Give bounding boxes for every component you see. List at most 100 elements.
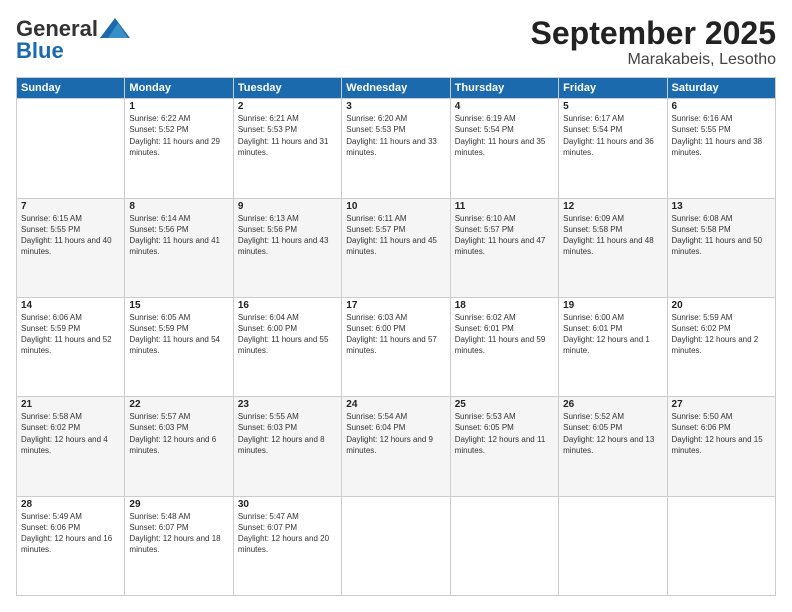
day-info: Sunrise: 6:19 AMSunset: 5:54 PMDaylight:… xyxy=(455,113,554,158)
day-number: 30 xyxy=(238,499,337,510)
day-info: Sunrise: 5:59 AMSunset: 6:02 PMDaylight:… xyxy=(672,312,771,357)
day-info: Sunrise: 6:15 AMSunset: 5:55 PMDaylight:… xyxy=(21,213,120,258)
calendar-week-row: 28Sunrise: 5:49 AMSunset: 6:06 PMDayligh… xyxy=(17,496,776,595)
calendar-cell: 11Sunrise: 6:10 AMSunset: 5:57 PMDayligh… xyxy=(450,198,558,297)
calendar-cell: 1Sunrise: 6:22 AMSunset: 5:52 PMDaylight… xyxy=(125,99,233,198)
day-number: 3 xyxy=(346,101,445,112)
day-number: 4 xyxy=(455,101,554,112)
calendar-cell: 19Sunrise: 6:00 AMSunset: 6:01 PMDayligh… xyxy=(559,297,667,396)
calendar-cell: 24Sunrise: 5:54 AMSunset: 6:04 PMDayligh… xyxy=(342,397,450,496)
day-info: Sunrise: 6:03 AMSunset: 6:00 PMDaylight:… xyxy=(346,312,445,357)
day-info: Sunrise: 6:05 AMSunset: 5:59 PMDaylight:… xyxy=(129,312,228,357)
day-info: Sunrise: 5:48 AMSunset: 6:07 PMDaylight:… xyxy=(129,511,228,556)
calendar-header-row: SundayMondayTuesdayWednesdayThursdayFrid… xyxy=(17,78,776,99)
day-info: Sunrise: 5:54 AMSunset: 6:04 PMDaylight:… xyxy=(346,411,445,456)
calendar-cell: 7Sunrise: 6:15 AMSunset: 5:55 PMDaylight… xyxy=(17,198,125,297)
header-cell-sunday: Sunday xyxy=(17,78,125,99)
day-number: 28 xyxy=(21,499,120,510)
calendar-cell: 26Sunrise: 5:52 AMSunset: 6:05 PMDayligh… xyxy=(559,397,667,496)
calendar-table: SundayMondayTuesdayWednesdayThursdayFrid… xyxy=(16,77,776,596)
day-info: Sunrise: 6:21 AMSunset: 5:53 PMDaylight:… xyxy=(238,113,337,158)
header-cell-tuesday: Tuesday xyxy=(233,78,341,99)
day-number: 16 xyxy=(238,300,337,311)
day-info: Sunrise: 6:08 AMSunset: 5:58 PMDaylight:… xyxy=(672,213,771,258)
day-number: 21 xyxy=(21,399,120,410)
calendar-cell: 29Sunrise: 5:48 AMSunset: 6:07 PMDayligh… xyxy=(125,496,233,595)
calendar-week-row: 7Sunrise: 6:15 AMSunset: 5:55 PMDaylight… xyxy=(17,198,776,297)
day-number: 2 xyxy=(238,101,337,112)
day-number: 13 xyxy=(672,201,771,212)
calendar-cell: 12Sunrise: 6:09 AMSunset: 5:58 PMDayligh… xyxy=(559,198,667,297)
calendar-cell: 6Sunrise: 6:16 AMSunset: 5:55 PMDaylight… xyxy=(667,99,775,198)
day-info: Sunrise: 6:13 AMSunset: 5:56 PMDaylight:… xyxy=(238,213,337,258)
calendar-cell: 15Sunrise: 6:05 AMSunset: 5:59 PMDayligh… xyxy=(125,297,233,396)
day-info: Sunrise: 5:57 AMSunset: 6:03 PMDaylight:… xyxy=(129,411,228,456)
day-number: 23 xyxy=(238,399,337,410)
day-info: Sunrise: 6:02 AMSunset: 6:01 PMDaylight:… xyxy=(455,312,554,357)
day-info: Sunrise: 6:09 AMSunset: 5:58 PMDaylight:… xyxy=(563,213,662,258)
day-number: 8 xyxy=(129,201,228,212)
day-info: Sunrise: 5:55 AMSunset: 6:03 PMDaylight:… xyxy=(238,411,337,456)
calendar-cell: 3Sunrise: 6:20 AMSunset: 5:53 PMDaylight… xyxy=(342,99,450,198)
month-title: September 2025 xyxy=(531,16,776,51)
header-cell-saturday: Saturday xyxy=(667,78,775,99)
calendar-cell: 22Sunrise: 5:57 AMSunset: 6:03 PMDayligh… xyxy=(125,397,233,496)
header-cell-monday: Monday xyxy=(125,78,233,99)
calendar-week-row: 1Sunrise: 6:22 AMSunset: 5:52 PMDaylight… xyxy=(17,99,776,198)
day-number: 11 xyxy=(455,201,554,212)
day-info: Sunrise: 5:52 AMSunset: 6:05 PMDaylight:… xyxy=(563,411,662,456)
calendar-cell: 23Sunrise: 5:55 AMSunset: 6:03 PMDayligh… xyxy=(233,397,341,496)
title-block: September 2025 Marakabeis, Lesotho xyxy=(531,16,776,69)
day-number: 24 xyxy=(346,399,445,410)
header-cell-friday: Friday xyxy=(559,78,667,99)
day-info: Sunrise: 5:53 AMSunset: 6:05 PMDaylight:… xyxy=(455,411,554,456)
day-info: Sunrise: 5:50 AMSunset: 6:06 PMDaylight:… xyxy=(672,411,771,456)
page: General Blue September 2025 Marakabeis, … xyxy=(0,0,792,612)
header-cell-thursday: Thursday xyxy=(450,78,558,99)
calendar-cell: 9Sunrise: 6:13 AMSunset: 5:56 PMDaylight… xyxy=(233,198,341,297)
day-info: Sunrise: 6:11 AMSunset: 5:57 PMDaylight:… xyxy=(346,213,445,258)
day-number: 1 xyxy=(129,101,228,112)
calendar-body: 1Sunrise: 6:22 AMSunset: 5:52 PMDaylight… xyxy=(17,99,776,596)
calendar-cell xyxy=(17,99,125,198)
calendar-cell xyxy=(559,496,667,595)
calendar-cell: 14Sunrise: 6:06 AMSunset: 5:59 PMDayligh… xyxy=(17,297,125,396)
day-info: Sunrise: 6:20 AMSunset: 5:53 PMDaylight:… xyxy=(346,113,445,158)
day-info: Sunrise: 5:49 AMSunset: 6:06 PMDaylight:… xyxy=(21,511,120,556)
location-title: Marakabeis, Lesotho xyxy=(531,51,776,69)
calendar-cell: 27Sunrise: 5:50 AMSunset: 6:06 PMDayligh… xyxy=(667,397,775,496)
logo: General Blue xyxy=(16,16,130,64)
logo-blue: Blue xyxy=(16,38,64,64)
calendar-cell: 21Sunrise: 5:58 AMSunset: 6:02 PMDayligh… xyxy=(17,397,125,496)
day-info: Sunrise: 6:14 AMSunset: 5:56 PMDaylight:… xyxy=(129,213,228,258)
calendar-cell: 25Sunrise: 5:53 AMSunset: 6:05 PMDayligh… xyxy=(450,397,558,496)
day-number: 19 xyxy=(563,300,662,311)
calendar-cell: 13Sunrise: 6:08 AMSunset: 5:58 PMDayligh… xyxy=(667,198,775,297)
calendar-cell: 8Sunrise: 6:14 AMSunset: 5:56 PMDaylight… xyxy=(125,198,233,297)
logo-icon xyxy=(100,18,130,38)
day-number: 27 xyxy=(672,399,771,410)
calendar-cell xyxy=(342,496,450,595)
day-number: 22 xyxy=(129,399,228,410)
day-number: 20 xyxy=(672,300,771,311)
day-number: 29 xyxy=(129,499,228,510)
calendar-cell: 16Sunrise: 6:04 AMSunset: 6:00 PMDayligh… xyxy=(233,297,341,396)
day-info: Sunrise: 6:04 AMSunset: 6:00 PMDaylight:… xyxy=(238,312,337,357)
day-info: Sunrise: 6:16 AMSunset: 5:55 PMDaylight:… xyxy=(672,113,771,158)
calendar-cell: 5Sunrise: 6:17 AMSunset: 5:54 PMDaylight… xyxy=(559,99,667,198)
day-number: 10 xyxy=(346,201,445,212)
calendar-cell: 18Sunrise: 6:02 AMSunset: 6:01 PMDayligh… xyxy=(450,297,558,396)
day-number: 17 xyxy=(346,300,445,311)
calendar-cell: 17Sunrise: 6:03 AMSunset: 6:00 PMDayligh… xyxy=(342,297,450,396)
day-number: 26 xyxy=(563,399,662,410)
calendar-cell xyxy=(450,496,558,595)
day-number: 18 xyxy=(455,300,554,311)
day-info: Sunrise: 6:06 AMSunset: 5:59 PMDaylight:… xyxy=(21,312,120,357)
day-number: 7 xyxy=(21,201,120,212)
day-number: 9 xyxy=(238,201,337,212)
calendar-week-row: 21Sunrise: 5:58 AMSunset: 6:02 PMDayligh… xyxy=(17,397,776,496)
day-number: 15 xyxy=(129,300,228,311)
calendar-cell: 2Sunrise: 6:21 AMSunset: 5:53 PMDaylight… xyxy=(233,99,341,198)
day-info: Sunrise: 6:10 AMSunset: 5:57 PMDaylight:… xyxy=(455,213,554,258)
calendar-cell: 20Sunrise: 5:59 AMSunset: 6:02 PMDayligh… xyxy=(667,297,775,396)
